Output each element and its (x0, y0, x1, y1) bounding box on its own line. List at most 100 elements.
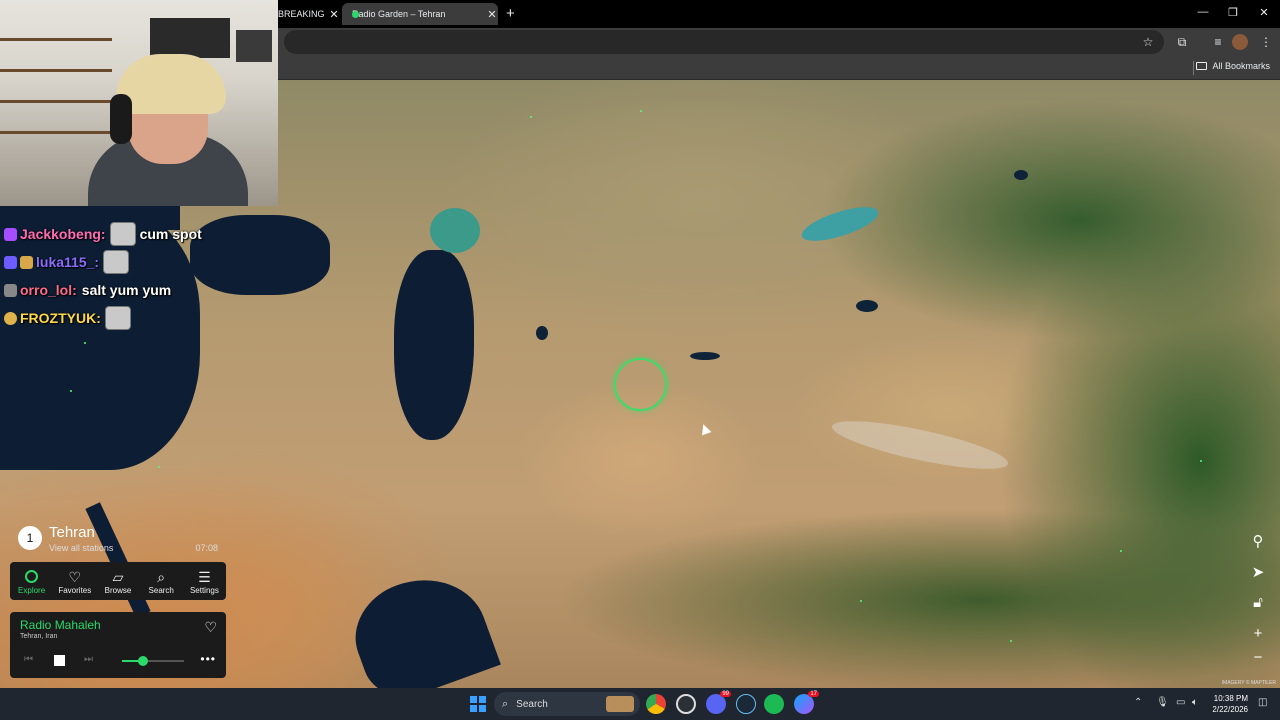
place-city: Tehran (49, 524, 95, 541)
station-location: Tehran, Iran (20, 633, 58, 640)
chrome-icon[interactable] (646, 694, 666, 714)
lake (536, 326, 548, 340)
explore-icon (25, 569, 39, 583)
all-bookmarks-button[interactable]: All Bookmarks (1196, 61, 1270, 71)
bookmark-star-icon[interactable]: ☆ (1140, 34, 1156, 50)
messenger-icon[interactable]: 17 (794, 691, 819, 714)
chevron-up-icon[interactable]: ⌃ (1134, 697, 1142, 708)
chat-username: orro_lol: (20, 282, 77, 298)
kebab-menu-icon[interactable]: ⋮ (1258, 34, 1274, 50)
chat-overlay: Jackkobeng: cum spot luka115_: orro_lol:… (4, 220, 202, 332)
bookmarks-separator (1193, 61, 1194, 75)
minimize-icon[interactable]: — (1196, 6, 1210, 18)
view-all-stations-link[interactable]: View all stations (49, 543, 113, 553)
clock-date: 2/22/2026 (1212, 705, 1248, 714)
favicon-icon (352, 10, 359, 18)
nav-favorites[interactable]: ♡ Favorites (53, 562, 96, 600)
nav-label: Explore (18, 585, 46, 595)
bookmarks-bar: All Bookmarks (278, 56, 1280, 80)
restore-icon[interactable]: ❐ (1226, 6, 1240, 19)
background-window (150, 18, 230, 58)
nav-browse[interactable]: ▱ Browse (96, 562, 139, 600)
volume-knob[interactable] (138, 656, 149, 666)
emote-icon (103, 250, 130, 274)
zoom-in-icon[interactable]: + (1246, 622, 1270, 646)
navigate-arrow-icon[interactable]: ➤ (1246, 561, 1270, 585)
tab-radio-garden[interactable]: Radio Garden – Tehran ✕ (342, 3, 498, 25)
next-icon[interactable]: ⏭ (84, 654, 93, 665)
lock-icon[interactable]: 🔓︎ (1246, 591, 1270, 615)
stop-button[interactable] (54, 655, 65, 666)
zoom-out-icon[interactable]: − (1246, 646, 1270, 670)
taskbar-clock[interactable]: 10:38 PM 2/22/2026 (1212, 693, 1248, 715)
taskbar-search[interactable]: ⌕ Search (494, 692, 640, 716)
spotify-icon[interactable] (764, 694, 784, 714)
station-dot[interactable] (530, 116, 532, 118)
chat-username: Jackkobeng: (20, 226, 106, 242)
headset-icon (110, 94, 132, 144)
profile-avatar-icon[interactable] (1232, 34, 1248, 50)
media-controls-icon[interactable]: ≡ (1210, 34, 1226, 50)
subscriber-badge-icon (4, 283, 17, 297)
volume-slider[interactable] (122, 656, 184, 666)
windows-taskbar: ⌕ Search 99 17 ⌃ 🎙︎ ▭ 🔈︎ 10:38 PM 2/22/2… (0, 688, 1280, 720)
obs-icon[interactable] (676, 694, 696, 714)
close-tab-icon[interactable]: ✕ (328, 8, 340, 21)
lake-balkhash (798, 200, 882, 248)
nav-search[interactable]: ⌕ Search (140, 562, 183, 600)
sea-water (190, 215, 330, 295)
nav-label: Settings (189, 585, 219, 595)
network-icon[interactable]: ▭ (1176, 697, 1185, 708)
previous-icon[interactable]: ⏮ (24, 654, 33, 665)
menu-icon: ☰ (198, 568, 211, 585)
folder-icon (1196, 62, 1208, 70)
station-dot[interactable] (860, 600, 862, 602)
chat-message: Jackkobeng: cum spot (4, 220, 202, 248)
discord-icon[interactable]: 99 (706, 691, 731, 714)
station-dot[interactable] (1120, 550, 1122, 552)
subscriber-badge-icon (4, 255, 17, 269)
chat-username: luka115_: (36, 254, 100, 270)
browser-toolbar: ☆ ⧉ ≡ ⋮ (278, 28, 1280, 56)
mountain-snow (828, 411, 1012, 479)
close-window-icon[interactable]: ✕ (1257, 6, 1271, 19)
volume-icon[interactable]: 🔈︎ (1192, 697, 1198, 708)
place-header[interactable]: 1 Tehran View all stations 07:08 (18, 524, 218, 558)
station-dot[interactable] (1010, 640, 1012, 642)
station-count-badge: 1 (18, 526, 42, 550)
more-options-icon[interactable]: ••• (200, 652, 216, 666)
microphone-icon[interactable]: 🎙︎ (1156, 697, 1169, 708)
selected-station-ring[interactable] (614, 358, 667, 411)
chat-message: FROZTYUK: (4, 304, 202, 332)
lake (690, 352, 720, 360)
new-tab-icon[interactable]: + (506, 5, 515, 22)
extensions-icon[interactable]: ⧉ (1174, 34, 1190, 50)
notification-badge: 17 (808, 691, 819, 697)
station-dot[interactable] (1200, 460, 1202, 462)
chat-text: cum spot (139, 226, 202, 242)
search-highlight-art (606, 696, 634, 712)
station-dot[interactable] (158, 466, 160, 468)
nav-label: Browse (104, 585, 132, 595)
favorite-heart-icon[interactable]: ♡ (204, 619, 217, 636)
radio-player: Radio Mahaleh Tehran, Iran ♡ ⏮ ⏭ ••• (10, 612, 226, 678)
nav-settings[interactable]: ☰ Settings (183, 562, 226, 600)
notifications-icon[interactable]: ◫ (1258, 697, 1267, 708)
windows-start-icon[interactable] (470, 696, 486, 712)
address-bar[interactable]: ☆ (284, 30, 1164, 54)
tab-label: Radio Garden – Tehran (352, 9, 446, 19)
nav-explore[interactable]: Explore (10, 562, 53, 600)
close-tab-icon[interactable]: ✕ (486, 8, 498, 21)
steam-icon[interactable] (736, 694, 756, 714)
station-name[interactable]: Radio Mahaleh (20, 618, 101, 632)
lake (1014, 170, 1028, 180)
streamer-hair (116, 54, 226, 114)
station-dot[interactable] (84, 342, 86, 344)
station-dot[interactable] (640, 110, 642, 112)
streamer-avatar (88, 54, 248, 206)
station-dot[interactable] (70, 390, 72, 392)
heart-icon: ♡ (68, 568, 82, 585)
location-pin-icon[interactable]: ⚲ (1246, 530, 1270, 554)
tab-breaking[interactable]: BREAKING ✕ (278, 3, 340, 25)
notification-badge: 99 (720, 691, 731, 697)
